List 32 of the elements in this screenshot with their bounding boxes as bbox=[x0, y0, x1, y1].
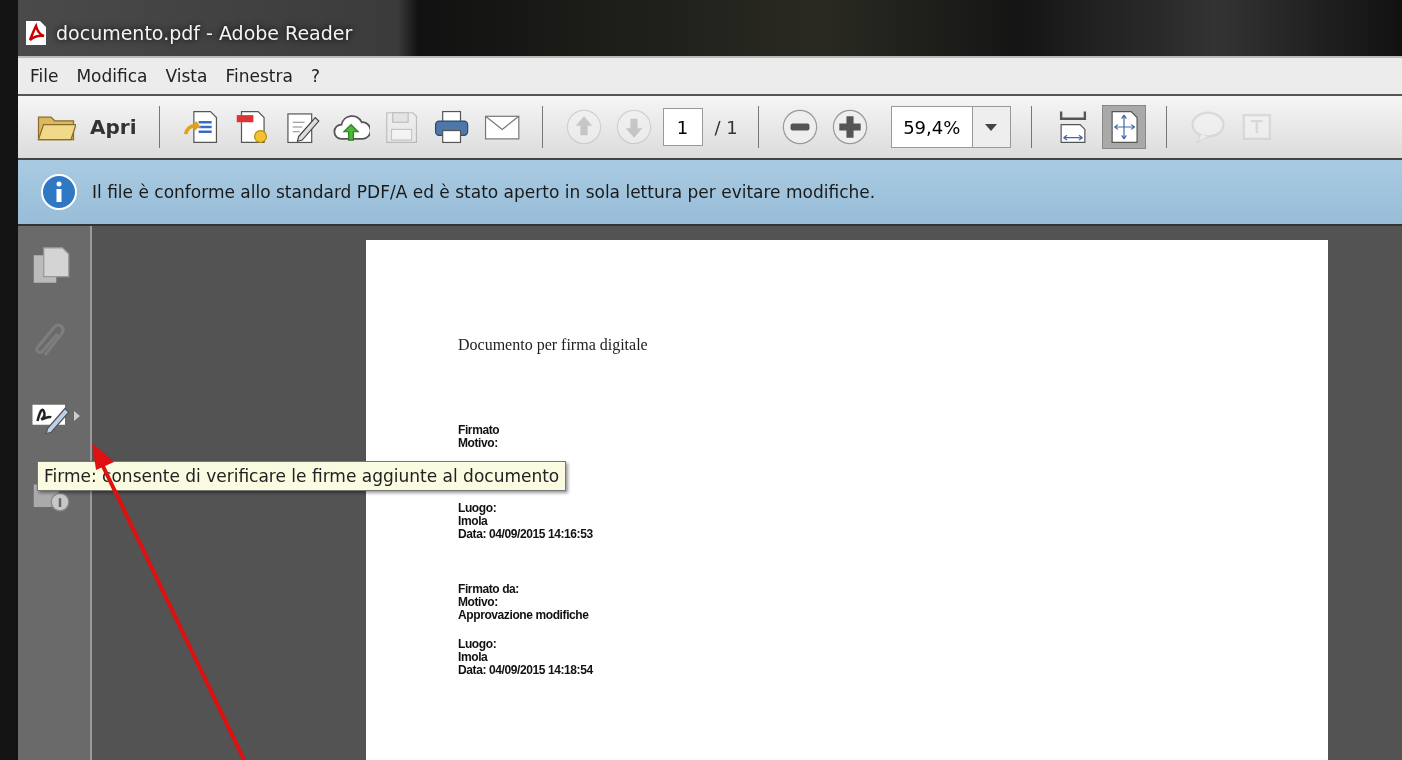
open-button[interactable]: Apri bbox=[34, 105, 139, 149]
menu-item[interactable]: Vista bbox=[165, 66, 208, 86]
signature-line: Luogo: bbox=[458, 638, 498, 651]
signature-line: Approvazione modifiche bbox=[458, 609, 590, 622]
fit-page-button[interactable] bbox=[1101, 105, 1146, 149]
menu-item[interactable]: ? bbox=[310, 66, 320, 86]
signature-line: Data: 04/09/2015 14:16:53 bbox=[458, 528, 594, 541]
signature-line: Luogo: bbox=[458, 502, 498, 515]
window-title: documento.pdf - Adobe Reader bbox=[56, 22, 353, 44]
document-title: Documento per firma digitale bbox=[458, 336, 649, 354]
expand-arrow-icon bbox=[74, 411, 80, 421]
menu-item[interactable]: Modifica bbox=[76, 66, 148, 86]
signature-line: Data: 04/09/2015 14:18:54 bbox=[458, 664, 594, 677]
pdf-file-icon bbox=[24, 20, 48, 46]
caret-icon bbox=[985, 123, 998, 131]
signature-line: Imola bbox=[458, 515, 488, 528]
signature-line: Imola bbox=[458, 651, 488, 664]
signature-line: Firmato da: bbox=[458, 583, 520, 596]
menu-item[interactable]: File bbox=[30, 66, 59, 86]
info-icon bbox=[40, 173, 78, 211]
signature-line: Motivo: bbox=[458, 596, 499, 609]
page-number-field[interactable]: 1 bbox=[662, 108, 703, 146]
zoom-out-icon bbox=[780, 108, 819, 146]
signature-line: Firmato bbox=[458, 424, 501, 437]
dropdown-button[interactable] bbox=[971, 107, 1010, 147]
zoom-in-icon bbox=[830, 108, 869, 146]
zoom-field[interactable]: 59,4% bbox=[890, 106, 1011, 148]
menu-item[interactable]: Finestra bbox=[225, 66, 293, 86]
document-arrow-icon bbox=[181, 108, 220, 146]
info-message: Il file è conforme allo standard PDF/A ed è stato aperto in sola lettura per evitare modifiche. bbox=[92, 182, 876, 202]
signature-line: Motivo: bbox=[458, 437, 499, 450]
page-count: / 1 bbox=[714, 116, 738, 138]
